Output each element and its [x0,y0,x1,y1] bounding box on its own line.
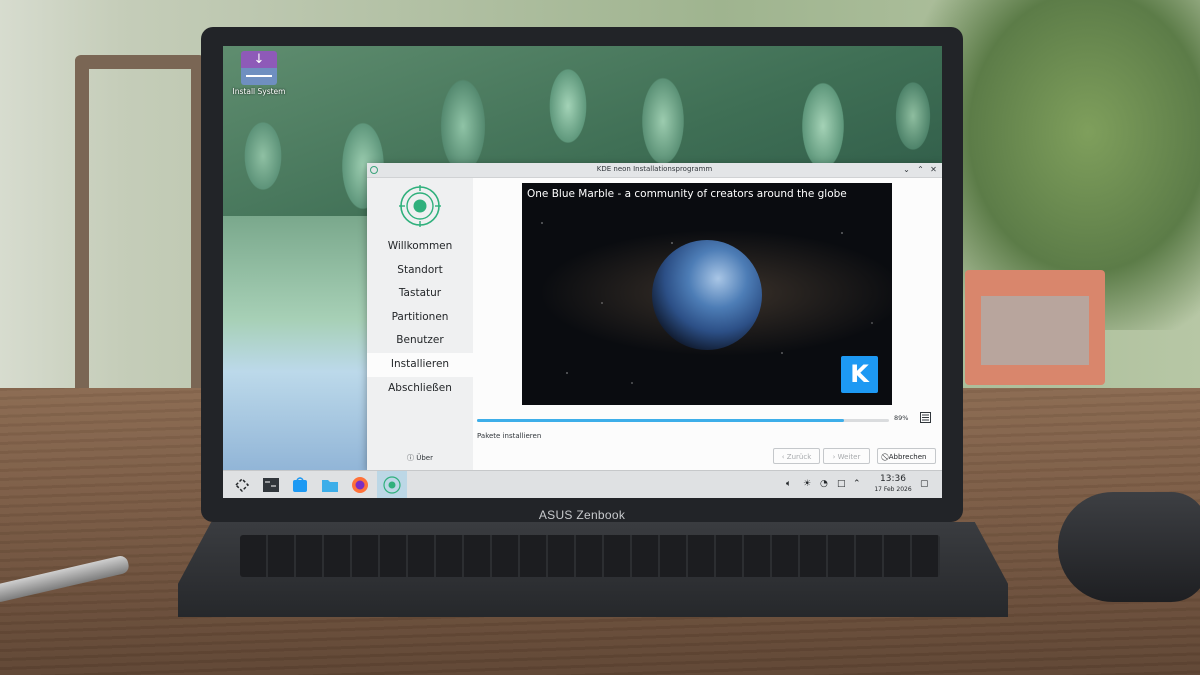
back-button-label: Zurück [786,453,812,461]
laptop-keyboard [240,535,940,577]
terminal-icon[interactable] [261,475,281,495]
desktop-icon-label: Install System [232,87,286,96]
about-button[interactable]: ⓘ Über [367,453,473,463]
kde-neon-logo-icon [399,185,441,227]
installer-sidebar: Willkommen Standort Tastatur Partitionen… [367,178,473,470]
earth-image [652,240,762,350]
back-button[interactable]: ‹ Zurück [773,448,820,464]
taskbar: 🔈︎ ☀︎ ◔ □ ⌃ 13:36 17 Feb 2026 ▢ [223,470,942,498]
minimize-button[interactable]: ⌄ [901,164,912,175]
install-status-text: Pakete installieren [477,432,542,440]
laptop-screen: ↓ Install System KDE neon Installationsp… [223,46,942,498]
chevron-right-icon: › [832,453,836,461]
show-desktop-icon[interactable]: ▢ [920,479,929,489]
step-tastatur: Tastatur [398,287,442,300]
background-orange-object [965,270,1105,385]
chevron-up-icon[interactable]: ⌃ [853,479,861,489]
chevron-left-icon: ‹ [781,453,785,461]
step-partitionen: Partitionen [391,310,449,323]
firefox-icon[interactable] [350,475,370,495]
install-progress-bar [477,419,889,422]
installer-window: KDE neon Installationsprogramm ⌄ ⌃ ✕ Wil… [367,163,942,470]
installer-content: One Blue Marble - a community of creator… [473,178,942,470]
about-label: Über [416,454,433,462]
window-titlebar[interactable]: KDE neon Installationsprogramm ⌄ ⌃ ✕ [367,163,942,178]
installer-steps: Willkommen Standort Tastatur Partitionen… [367,235,473,400]
install-system-icon: ↓ [241,51,277,85]
window-title: KDE neon Installationsprogramm [596,165,713,173]
wallpaper-floor [223,216,368,476]
kde-logo-icon: K [841,356,878,393]
install-progress-fill [477,419,844,422]
discover-store-icon[interactable] [290,475,310,495]
step-willkommen: Willkommen [387,240,453,252]
next-button-label: Weiter [837,453,861,461]
slideshow: One Blue Marble - a community of creator… [522,183,892,405]
installer-icon[interactable] [382,475,402,495]
step-installieren: Installieren [367,352,473,377]
step-standort: Standort [397,263,443,276]
step-abschliessen: Abschließen [388,381,452,394]
network-icon[interactable]: ◔ [820,479,828,489]
next-button[interactable]: › Weiter [823,448,870,464]
slide-caption: One Blue Marble - a community of creator… [527,188,847,200]
application-launcher-icon[interactable] [232,475,252,495]
laptop-brand-label: ASUS Zenbook [538,508,626,522]
close-button[interactable]: ✕ [928,164,939,175]
desktop-install-system-icon[interactable]: ↓ Install System [230,51,288,103]
cancel-button-label: Abbrechen [888,453,927,461]
clock-time: 13:36 [880,474,906,484]
computer-mouse [1058,492,1200,602]
volume-icon[interactable]: 🔈︎ [786,479,791,489]
brightness-icon[interactable]: ☀︎ [803,479,811,489]
clock-date: 17 Feb 2026 [874,486,912,493]
background-chair [75,55,205,395]
cancel-button[interactable]: ⃠ Abbrechen [877,448,936,464]
info-icon: ⓘ [407,454,414,462]
file-manager-icon[interactable] [320,475,340,495]
clock[interactable]: 13:36 17 Feb 2026 [868,475,918,494]
maximize-button[interactable]: ⌃ [915,164,926,175]
progress-percent: 89% [894,414,909,422]
clipboard-icon[interactable]: □ [837,479,846,489]
toggle-log-icon[interactable] [920,412,931,423]
step-benutzer: Benutzer [396,334,444,347]
